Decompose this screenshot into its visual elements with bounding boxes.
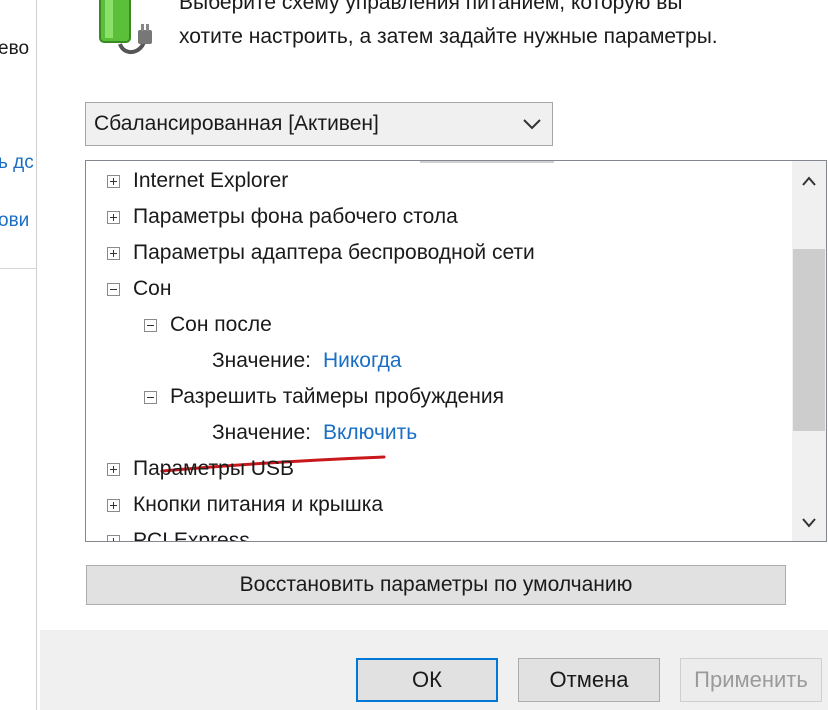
expand-icon[interactable] (107, 210, 120, 224)
collapse-icon[interactable] (144, 390, 157, 404)
background-link-fragment[interactable]: ови (0, 210, 29, 232)
tree-item-sleep-after[interactable]: Сон после (144, 308, 272, 342)
battery-plug-icon (99, 0, 152, 54)
scroll-up-arrow-icon[interactable] (801, 175, 817, 187)
divider (420, 161, 554, 163)
tree-item-pci-express[interactable]: PCI Express (107, 524, 250, 542)
expand-icon[interactable] (107, 174, 120, 188)
background-link-fragment[interactable]: ь дс (0, 152, 34, 174)
instructions-text: Выберите схему управления питанием, кото… (179, 0, 819, 54)
tree-item-label: Параметры фона рабочего стола (133, 205, 458, 228)
tree-item-label: PCI Express (133, 529, 250, 542)
setting-value-row: Значение: Включить (212, 416, 417, 450)
expand-icon[interactable] (107, 462, 120, 476)
setting-value-row: Значение: Никогда (212, 344, 402, 378)
setting-value-label: Значение: (212, 349, 311, 372)
tree-item-wake-timers[interactable]: Разрешить таймеры пробуждения (144, 380, 504, 414)
tree-item-label: Сон (133, 277, 172, 300)
tree-item-sleep[interactable]: Сон (107, 272, 171, 306)
dialog-button-bar: ОК Отмена Применить (40, 630, 828, 710)
settings-tree[interactable]: Internet Explorer Параметры фона рабочег… (85, 160, 827, 542)
tree-item-wireless-adapter[interactable]: Параметры адаптера беспроводной сети (107, 236, 535, 270)
tree-item-label: Internet Explorer (133, 169, 289, 192)
tree-item-label: Кнопки питания и крышка (133, 493, 384, 516)
power-scheme-value: Сбалансированная [Активен] (94, 112, 379, 135)
instructions-line: хотите настроить, а затем задайте нужные… (179, 25, 718, 48)
tree-item-usb[interactable]: Параметры USB (107, 452, 294, 486)
expand-icon[interactable] (107, 246, 120, 260)
divider (0, 268, 36, 269)
tree-item-label: Разрешить таймеры пробуждения (170, 385, 504, 408)
tree-item-label: Параметры адаптера беспроводной сети (133, 241, 535, 264)
tree-item-label: Параметры USB (133, 457, 294, 480)
scroll-down-arrow-icon[interactable] (801, 517, 817, 529)
vertical-scrollbar[interactable] (792, 161, 826, 541)
background-text-fragment: ево (0, 38, 30, 59)
restore-defaults-button[interactable]: Восстановить параметры по умолчанию (86, 565, 786, 605)
tree-item-label: Сон после (170, 313, 272, 336)
power-scheme-dropdown[interactable]: Сбалансированная [Активен] (85, 102, 553, 146)
expand-icon[interactable] (107, 498, 120, 512)
background-window-edge: ево ь дс ови (0, 0, 37, 710)
ok-button[interactable]: ОК (356, 658, 498, 702)
scrollbar-thumb[interactable] (793, 249, 825, 431)
setting-value-label: Значение: (212, 421, 311, 444)
expand-icon[interactable] (107, 534, 120, 541)
tree-item-power-buttons[interactable]: Кнопки питания и крышка (107, 488, 383, 522)
instructions-line: Выберите схему управления питанием, кото… (179, 0, 683, 14)
collapse-icon[interactable] (107, 282, 120, 296)
setting-value-link[interactable]: Включить (323, 416, 417, 450)
cancel-button[interactable]: Отмена (518, 658, 660, 702)
apply-button[interactable]: Применить (680, 658, 822, 702)
power-options-dialog: Выберите схему управления питанием, кото… (40, 0, 828, 710)
tree-item-desktop-background[interactable]: Параметры фона рабочего стола (107, 200, 458, 234)
tree-item-internet-explorer[interactable]: Internet Explorer (107, 164, 288, 198)
collapse-icon[interactable] (144, 318, 157, 332)
setting-value-link[interactable]: Никогда (323, 344, 402, 378)
chevron-down-icon (523, 119, 541, 130)
